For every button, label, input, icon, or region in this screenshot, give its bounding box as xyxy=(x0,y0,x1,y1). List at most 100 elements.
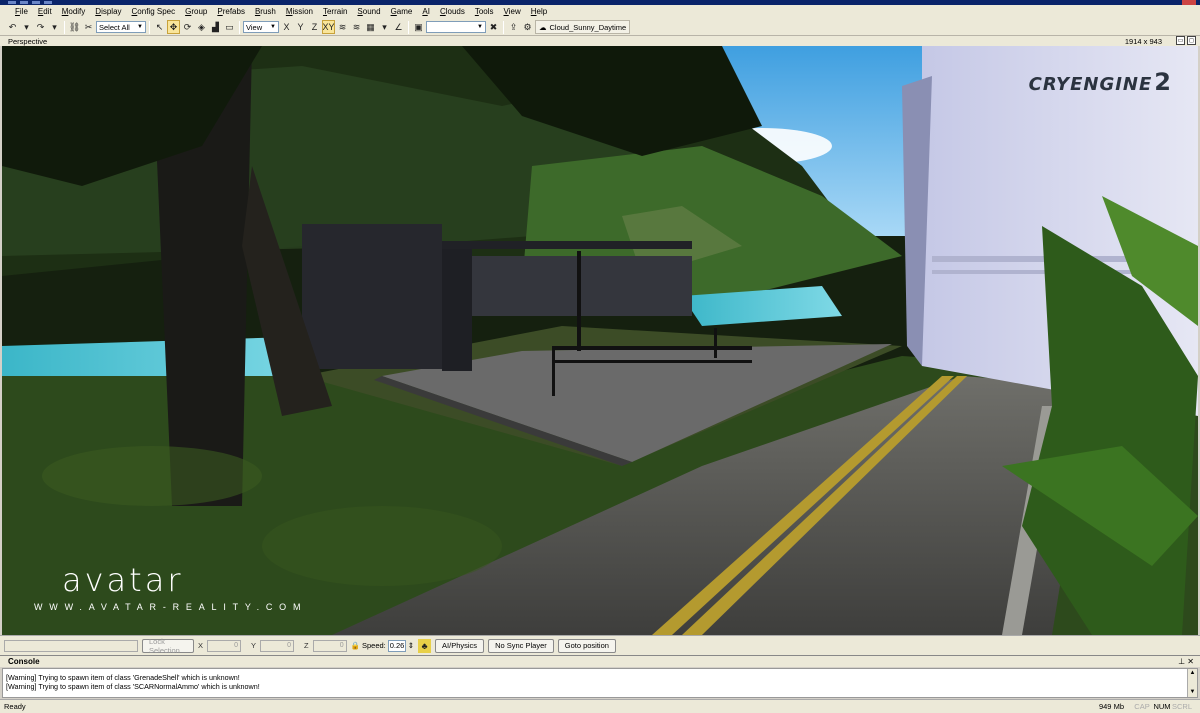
menu-sound[interactable]: Sound xyxy=(352,5,385,19)
y-label: Y xyxy=(251,641,257,650)
speed-label: Speed: xyxy=(361,641,386,650)
rotate-icon[interactable]: ⟳ xyxy=(181,20,194,34)
cryengine-logo-text: CRYENGINE xyxy=(1028,74,1153,95)
menu-display[interactable]: Display xyxy=(90,5,126,19)
menu-group[interactable]: Group xyxy=(180,5,212,19)
menu-tools[interactable]: Tools xyxy=(470,5,499,19)
menu-file[interactable]: File xyxy=(10,5,33,19)
physics-icon[interactable]: ⚙ xyxy=(521,20,534,34)
y-coordinate-field[interactable]: 0 xyxy=(260,639,295,652)
dropdown-arrow-icon[interactable]: ▾ xyxy=(20,20,33,34)
environment-preset-button[interactable]: ☁ Cloud_Sunny_Daytime xyxy=(535,20,631,34)
console-pin-icon[interactable]: ⊥ ✕ xyxy=(1178,656,1194,667)
game-mode-icon[interactable]: ♣ xyxy=(418,638,432,653)
chevron-down-icon: ▼ xyxy=(137,24,143,30)
goto-position-button[interactable]: Goto position xyxy=(557,638,616,653)
ai-physics-button[interactable]: AI/Physics xyxy=(435,638,485,653)
cryengine-logo: CRYENGINE2 xyxy=(1029,68,1172,96)
cryengine-version: 2 xyxy=(1154,68,1172,96)
z-coordinate-field[interactable]: 0 xyxy=(312,639,347,652)
menu-bar: File Edit Modify Display Config Spec Gro… xyxy=(0,5,1200,19)
avatar-watermark-logo: avatar xyxy=(62,561,184,599)
export-icon[interactable]: ⇪ xyxy=(507,20,520,34)
menu-terrain[interactable]: Terrain xyxy=(318,5,352,19)
terrain-snap-icon[interactable]: ≋ xyxy=(336,20,349,34)
scene-render xyxy=(2,46,1198,635)
x-coordinate-field[interactable]: 0 xyxy=(207,639,242,652)
scroll-up-icon[interactable]: ▲ xyxy=(1188,669,1197,678)
console-header: Console ⊥ ✕ xyxy=(0,655,1200,667)
selection-combo[interactable]: Select All ▼ xyxy=(96,21,146,33)
angle-snap-icon[interactable]: ∠ xyxy=(392,20,405,34)
avatar-watermark-url: WWW.AVATAR-REALITY.COM xyxy=(34,602,308,612)
selection-combo-value: Select All xyxy=(99,22,130,32)
cloud-icon: ☁ xyxy=(539,22,547,32)
menu-ai[interactable]: AI xyxy=(417,5,435,19)
layer-icon[interactable]: ▣ xyxy=(412,20,425,34)
menu-prefabs[interactable]: Prefabs xyxy=(212,5,250,19)
layer-combo[interactable]: ▼ xyxy=(426,21,486,33)
coordinate-system-combo[interactable]: View ▼ xyxy=(243,21,279,33)
dropdown-arrow-icon[interactable]: ▾ xyxy=(48,20,61,34)
undo-icon[interactable]: ↶ xyxy=(6,20,19,34)
memory-usage: 949 Mb xyxy=(1098,702,1124,711)
selection-name-field xyxy=(4,639,138,652)
z-label: Z xyxy=(304,641,309,650)
select-arrow-icon[interactable]: ↖ xyxy=(153,20,166,34)
axis-x-button[interactable]: X xyxy=(280,20,293,34)
delete-icon[interactable]: ✖ xyxy=(487,20,500,34)
menu-edit[interactable]: Edit xyxy=(33,5,57,19)
no-sync-player-button[interactable]: No Sync Player xyxy=(488,638,554,653)
lock-selection-button[interactable]: Lock Selection xyxy=(142,637,194,655)
menu-brush[interactable]: Brush xyxy=(250,5,281,19)
num-lock-indicator: NUM xyxy=(1153,702,1171,711)
separator xyxy=(408,20,409,34)
axis-xy-button[interactable]: XY xyxy=(322,20,335,34)
speed-input[interactable]: 0.26 xyxy=(387,639,406,652)
coordinate-system-value: View xyxy=(246,22,263,32)
link-icon[interactable]: ⛓ xyxy=(68,20,81,34)
menu-game[interactable]: Game xyxy=(386,5,418,19)
axis-y-button[interactable]: Y xyxy=(294,20,307,34)
move-icon[interactable]: ✥ xyxy=(167,20,180,34)
console-scrollbar[interactable]: ▲ ▼ xyxy=(1187,669,1197,697)
redo-icon[interactable]: ↷ xyxy=(34,20,47,34)
viewport-title[interactable]: Perspective xyxy=(0,37,47,46)
scroll-down-icon[interactable]: ▼ xyxy=(1188,688,1197,697)
axis-z-button[interactable]: Z xyxy=(308,20,321,34)
menu-view[interactable]: View xyxy=(499,5,526,19)
lock-icon[interactable]: 🔒 xyxy=(351,641,360,650)
environment-preset-label: Cloud_Sunny_Daytime xyxy=(549,22,627,32)
menu-clouds[interactable]: Clouds xyxy=(435,5,470,19)
menu-help[interactable]: Help xyxy=(526,5,552,19)
scroll-lock-indicator: SCRL xyxy=(1172,702,1193,711)
menu-config-spec[interactable]: Config Spec xyxy=(127,5,181,19)
minimize-viewport-icon[interactable]: ▭ xyxy=(1176,36,1185,45)
chevron-down-icon: ▼ xyxy=(477,24,483,30)
console-line: [Warning] Trying to spawn item of class … xyxy=(6,673,240,682)
viewport-resolution: 1914 x 943 xyxy=(1124,36,1162,46)
grid-icon[interactable]: ▦ xyxy=(364,20,377,34)
viewport-header: Perspective 1914 x 943 ▭ ◻ xyxy=(0,36,1200,46)
object-snap-icon[interactable]: ≋ xyxy=(350,20,363,34)
console-output[interactable]: [Warning] Trying to spawn item of class … xyxy=(2,668,1198,698)
main-toolbar: ↶ ▾ ↷ ▾ ⛓ ✂ Select All ▼ ↖ ✥ ⟳ ◈ ▟ ▭ View… xyxy=(0,19,1200,36)
perspective-viewport[interactable]: CRYENGINE2 avatar WWW.AVATAR-REALITY.COM xyxy=(2,46,1198,635)
caps-lock-indicator: CAP xyxy=(1134,702,1150,711)
separator xyxy=(149,20,150,34)
select-terrain-icon[interactable]: ▟ xyxy=(209,20,222,34)
menu-mission[interactable]: Mission xyxy=(281,5,318,19)
separator xyxy=(64,20,65,34)
speed-spinner-icon[interactable]: ⇕ xyxy=(408,641,414,650)
position-bar: Lock Selection X 0 Y 0 Z 0 🔒 Speed: 0.26… xyxy=(0,635,1200,655)
dropdown-arrow-icon[interactable]: ▾ xyxy=(378,20,391,34)
console-title: Console xyxy=(8,657,40,666)
reference-icon[interactable]: ▭ xyxy=(223,20,236,34)
chevron-down-icon: ▼ xyxy=(270,24,276,30)
scale-icon[interactable]: ◈ xyxy=(195,20,208,34)
x-label: X xyxy=(198,641,204,650)
unlink-icon[interactable]: ✂ xyxy=(82,20,95,34)
maximize-viewport-icon[interactable]: ◻ xyxy=(1187,36,1196,45)
menu-modify[interactable]: Modify xyxy=(57,5,91,19)
status-text: Ready xyxy=(4,702,26,711)
